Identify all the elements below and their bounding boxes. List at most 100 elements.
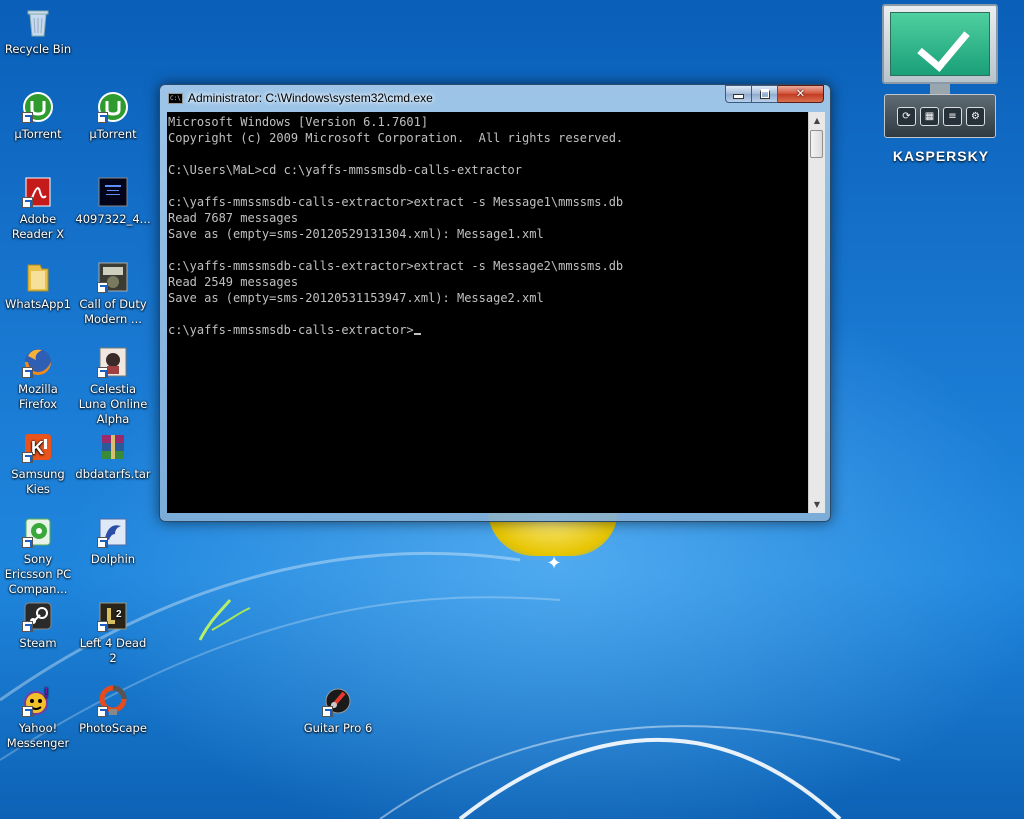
utorrent-icon xyxy=(22,91,54,123)
kaspersky-status-screen[interactable] xyxy=(890,12,990,76)
desktop-icon-image-file[interactable]: 4097322_4... xyxy=(75,176,151,227)
console-line: Microsoft Windows [Version 6.1.7601] xyxy=(168,115,429,129)
shortcut-arrow-icon xyxy=(22,452,33,463)
scroll-up-arrow-icon[interactable]: ▲ xyxy=(809,112,825,129)
desktop-icon-photoscape[interactable]: PhotoScape xyxy=(75,685,151,736)
desktop-icon-steam[interactable]: Steam xyxy=(0,600,76,651)
samsung-kies-icon: K xyxy=(22,431,54,463)
desktop-icon-label: Celestia Luna Online Alpha xyxy=(78,382,148,426)
shortcut-arrow-icon xyxy=(97,282,108,293)
shortcut-arrow-icon xyxy=(97,537,108,548)
photoscape-icon xyxy=(97,685,129,717)
desktop-icon-utorrent-1[interactable]: µTorrent xyxy=(0,91,76,142)
desktop-icon-celestia-luna[interactable]: Celestia Luna Online Alpha xyxy=(75,346,151,427)
caption-buttons xyxy=(725,85,824,104)
desktop-icon-label: Adobe Reader X xyxy=(11,212,65,241)
svg-text:!: ! xyxy=(44,685,49,700)
cmd-window-title: Administrator: C:\Windows\system32\cmd.e… xyxy=(188,91,433,105)
shortcut-arrow-icon xyxy=(22,367,33,378)
console-line: Save as (empty=sms-20120529131304.xml): … xyxy=(168,227,544,241)
shortcut-arrow-icon xyxy=(97,367,108,378)
steam-icon xyxy=(22,600,54,632)
desktop-icon-dolphin[interactable]: Dolphin xyxy=(75,516,151,567)
desktop-icon-label: µTorrent xyxy=(89,127,137,141)
desktop-icon-dbdata-archive[interactable]: dbdatarfs.tar xyxy=(75,431,151,482)
desktop-icon-recycle-bin[interactable]: Recycle Bin xyxy=(0,6,76,57)
console-output: Microsoft Windows [Version 6.1.7601] Cop… xyxy=(168,114,623,338)
desktop-icon-label: Steam xyxy=(19,636,57,650)
desktop-icon-call-of-duty[interactable]: Call of Duty Modern ... xyxy=(75,261,151,327)
cmd-prompt-icon[interactable]: C:\ xyxy=(168,93,183,104)
desktop-icon-label: Sony Ericsson PC Compan... xyxy=(4,552,72,596)
report-icon[interactable]: ≡ xyxy=(943,107,962,126)
desktop-icon-firefox[interactable]: Mozilla Firefox xyxy=(0,346,76,412)
call-of-duty-icon xyxy=(97,261,129,293)
desktop-icon-adobe-reader[interactable]: Adobe Reader X xyxy=(0,176,76,242)
left4dead2-icon: 2 xyxy=(97,600,129,632)
sparkle-icon: ✦ xyxy=(546,553,562,574)
desktop-icon-whatsapp-folder[interactable]: WhatsApp1 xyxy=(0,261,76,312)
console-line: Read 2549 messages xyxy=(168,275,299,289)
adobe-reader-icon xyxy=(22,176,54,208)
guitar-pro-icon xyxy=(322,685,354,717)
text-cursor xyxy=(413,333,421,335)
desktop-icon-label: Guitar Pro 6 xyxy=(303,721,373,735)
kaspersky-toolbar: ⟳ ▦ ≡ ⚙ xyxy=(884,94,996,138)
desktop-icon-label: Dolphin xyxy=(90,552,136,566)
shortcut-arrow-icon xyxy=(22,621,33,632)
cmd-window[interactable]: C:\ Administrator: C:\Windows\system32\c… xyxy=(159,84,831,522)
cmd-titlebar[interactable]: C:\ Administrator: C:\Windows\system32\c… xyxy=(160,85,830,111)
console-line: C:\Users\MaL>cd c:\yaffs-mmssmsdb-calls-… xyxy=(168,163,523,177)
console-line: c:\yaffs-mmssmsdb-calls-extractor>extrac… xyxy=(168,195,624,209)
desktop-icon-label: Left 4 Dead 2 xyxy=(79,636,147,665)
desktop-icon-label: Yahoo! Messenger xyxy=(6,721,70,750)
cmd-console[interactable]: Microsoft Windows [Version 6.1.7601] Cop… xyxy=(167,112,808,513)
svg-text:2: 2 xyxy=(116,609,122,620)
desktop-icon-label: Recycle Bin xyxy=(4,42,72,56)
desktop-icon-label: PhotoScape xyxy=(79,721,147,735)
desktop-icon-samsung-kies[interactable]: K Samsung Kies xyxy=(0,431,76,497)
scrollbar-thumb[interactable] xyxy=(810,130,823,158)
update-icon[interactable]: ⟳ xyxy=(897,107,916,126)
desktop-icon-label: 4097322_4... xyxy=(75,212,151,226)
scroll-down-arrow-icon[interactable]: ▼ xyxy=(809,496,825,513)
console-line: c:\yaffs-mmssmsdb-calls-extractor>extrac… xyxy=(168,259,624,273)
console-line: Read 7687 messages xyxy=(168,211,299,225)
folder-icon xyxy=(22,261,54,293)
kaspersky-logo: KASPERSKY xyxy=(892,148,990,164)
celestia-luna-icon xyxy=(97,346,129,378)
desktop-icon-label: dbdatarfs.tar xyxy=(75,467,151,481)
desktop-icon-label: Mozilla Firefox xyxy=(18,382,58,411)
desktop-icon-guitar-pro[interactable]: Guitar Pro 6 xyxy=(300,685,376,736)
shortcut-arrow-icon xyxy=(22,197,33,208)
shortcut-arrow-icon xyxy=(22,537,33,548)
desktop-icon-yahoo-messenger[interactable]: ! Yahoo! Messenger xyxy=(0,684,76,751)
image-file-icon xyxy=(97,176,129,208)
desktop-icon-utorrent-2[interactable]: µTorrent xyxy=(75,91,151,142)
kaspersky-gadget[interactable]: ⟳ ▦ ≡ ⚙ KASPERSKY xyxy=(878,4,1004,174)
shortcut-arrow-icon xyxy=(97,706,108,717)
sony-ericsson-icon xyxy=(22,516,54,548)
desktop-icon-sony-ericsson[interactable]: Sony Ericsson PC Compan... xyxy=(0,516,76,597)
desktop-icon-left4dead2[interactable]: 2 Left 4 Dead 2 xyxy=(75,600,151,666)
close-button[interactable] xyxy=(778,85,824,103)
console-prompt: c:\yaffs-mmssmsdb-calls-extractor> xyxy=(168,323,414,337)
shortcut-arrow-icon xyxy=(97,621,108,632)
settings-icon[interactable]: ⚙ xyxy=(966,107,985,126)
checkmark-icon xyxy=(917,17,970,72)
yahoo-messenger-icon: ! xyxy=(22,684,54,717)
shortcut-arrow-icon xyxy=(322,706,333,717)
minimize-button[interactable] xyxy=(725,85,752,103)
desktop-icon-label: Call of Duty Modern ... xyxy=(79,297,147,326)
console-line: Copyright (c) 2009 Microsoft Corporation… xyxy=(168,131,624,145)
maximize-button[interactable] xyxy=(752,85,778,103)
kaspersky-monitor[interactable] xyxy=(882,4,998,84)
calendar-icon[interactable]: ▦ xyxy=(920,107,939,126)
shortcut-arrow-icon xyxy=(22,112,33,123)
shortcut-arrow-icon xyxy=(22,706,33,717)
recycle-bin-icon xyxy=(22,6,54,38)
firefox-icon xyxy=(22,346,54,378)
desktop-icon-label: µTorrent xyxy=(14,127,62,141)
console-line: Save as (empty=sms-20120531153947.xml): … xyxy=(168,291,544,305)
vertical-scrollbar[interactable]: ▲ ▼ xyxy=(808,112,825,513)
